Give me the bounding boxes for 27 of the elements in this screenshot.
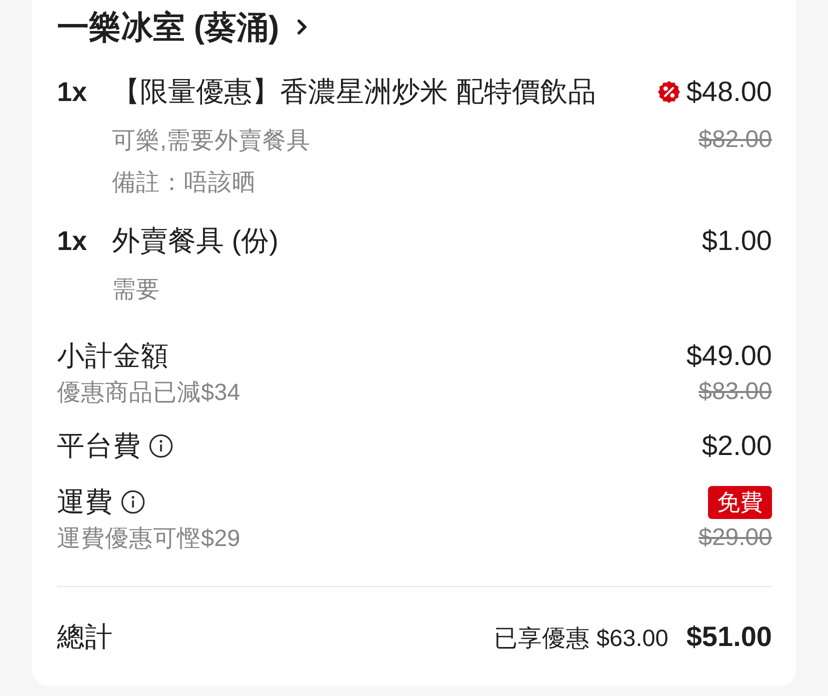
savings-text: 已享優惠 $63.00 bbox=[494, 624, 668, 652]
total-label: 總計 bbox=[57, 620, 113, 654]
item-quantity: 1x bbox=[57, 76, 88, 109]
summary-note: 運費優惠可慳$29 bbox=[57, 524, 240, 553]
item-detail: 需要 bbox=[112, 275, 161, 304]
summary-label: 運費 bbox=[57, 485, 113, 519]
item-name: 外賣餐具 (份) bbox=[112, 224, 280, 258]
original-amount: $29.00 bbox=[698, 523, 772, 553]
item-detail: 可樂,需要外賣餐具 bbox=[112, 126, 312, 155]
total-amount: $51.00 bbox=[686, 620, 772, 654]
summary-amount: $49.00 bbox=[686, 339, 772, 373]
info-icon[interactable] bbox=[121, 490, 145, 514]
summary-note: 優惠商品已減$34 bbox=[57, 378, 240, 407]
item-quantity: 1x bbox=[57, 225, 88, 258]
chevron-right-icon bbox=[297, 19, 308, 35]
item-name: 【限量優惠】香濃星洲炒米 配特價飲品 bbox=[112, 75, 597, 109]
item-price: $48.00 bbox=[686, 75, 772, 109]
free-badge: 免費 bbox=[708, 486, 772, 518]
info-icon[interactable] bbox=[149, 434, 173, 458]
summary-label: 小計金額 bbox=[57, 339, 169, 373]
restaurant-link[interactable]: 一樂冰室 (葵涌) bbox=[57, 7, 308, 47]
summary-amount: $2.00 bbox=[702, 429, 772, 463]
original-amount: $83.00 bbox=[698, 377, 772, 407]
item-detail: 備註：唔該晒 bbox=[112, 168, 257, 197]
summary-label: 平台費 bbox=[57, 429, 141, 463]
original-price: $82.00 bbox=[698, 125, 772, 155]
item-price: $1.00 bbox=[702, 224, 772, 258]
